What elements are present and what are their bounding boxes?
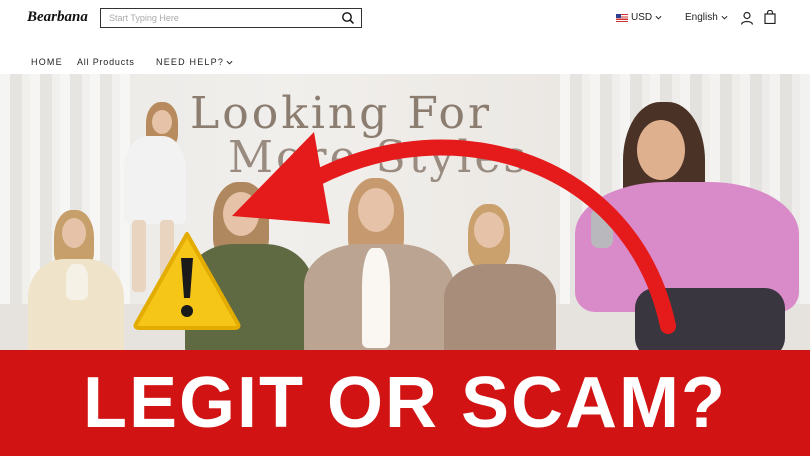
verdict-banner: LEGIT OR SCAM? bbox=[0, 350, 810, 456]
search-bar bbox=[100, 8, 362, 28]
chevron-down-icon bbox=[655, 15, 662, 20]
user-icon[interactable] bbox=[740, 11, 754, 25]
language-selector[interactable]: English bbox=[685, 12, 728, 23]
verdict-banner-text: LEGIT OR SCAM? bbox=[83, 363, 727, 443]
warning-icon bbox=[133, 232, 241, 330]
nav-item-need-help[interactable]: NEED HELP? bbox=[156, 57, 233, 67]
search-icon[interactable] bbox=[341, 11, 355, 25]
currency-selector[interactable]: USD bbox=[616, 12, 662, 23]
nav-item-all-products[interactable]: All Products bbox=[77, 57, 135, 67]
chevron-down-icon bbox=[226, 60, 233, 65]
chevron-down-icon bbox=[721, 15, 728, 20]
hero-banner[interactable]: Looking For More Styles bbox=[0, 74, 810, 350]
us-flag-icon bbox=[616, 13, 628, 22]
nav-item-home[interactable]: HOME bbox=[31, 57, 63, 67]
site-logo[interactable]: Bearbana bbox=[27, 9, 88, 26]
arrow-icon bbox=[232, 132, 676, 334]
shopping-bag-icon[interactable] bbox=[764, 10, 776, 24]
site-header: Bearbana USD English bbox=[0, 0, 810, 38]
main-nav: HOME All Products NEED HELP? bbox=[0, 38, 810, 74]
language-label: English bbox=[685, 12, 718, 23]
currency-label: USD bbox=[631, 12, 653, 23]
search-input[interactable] bbox=[109, 11, 329, 25]
nav-item-need-help-label: NEED HELP? bbox=[156, 57, 225, 67]
